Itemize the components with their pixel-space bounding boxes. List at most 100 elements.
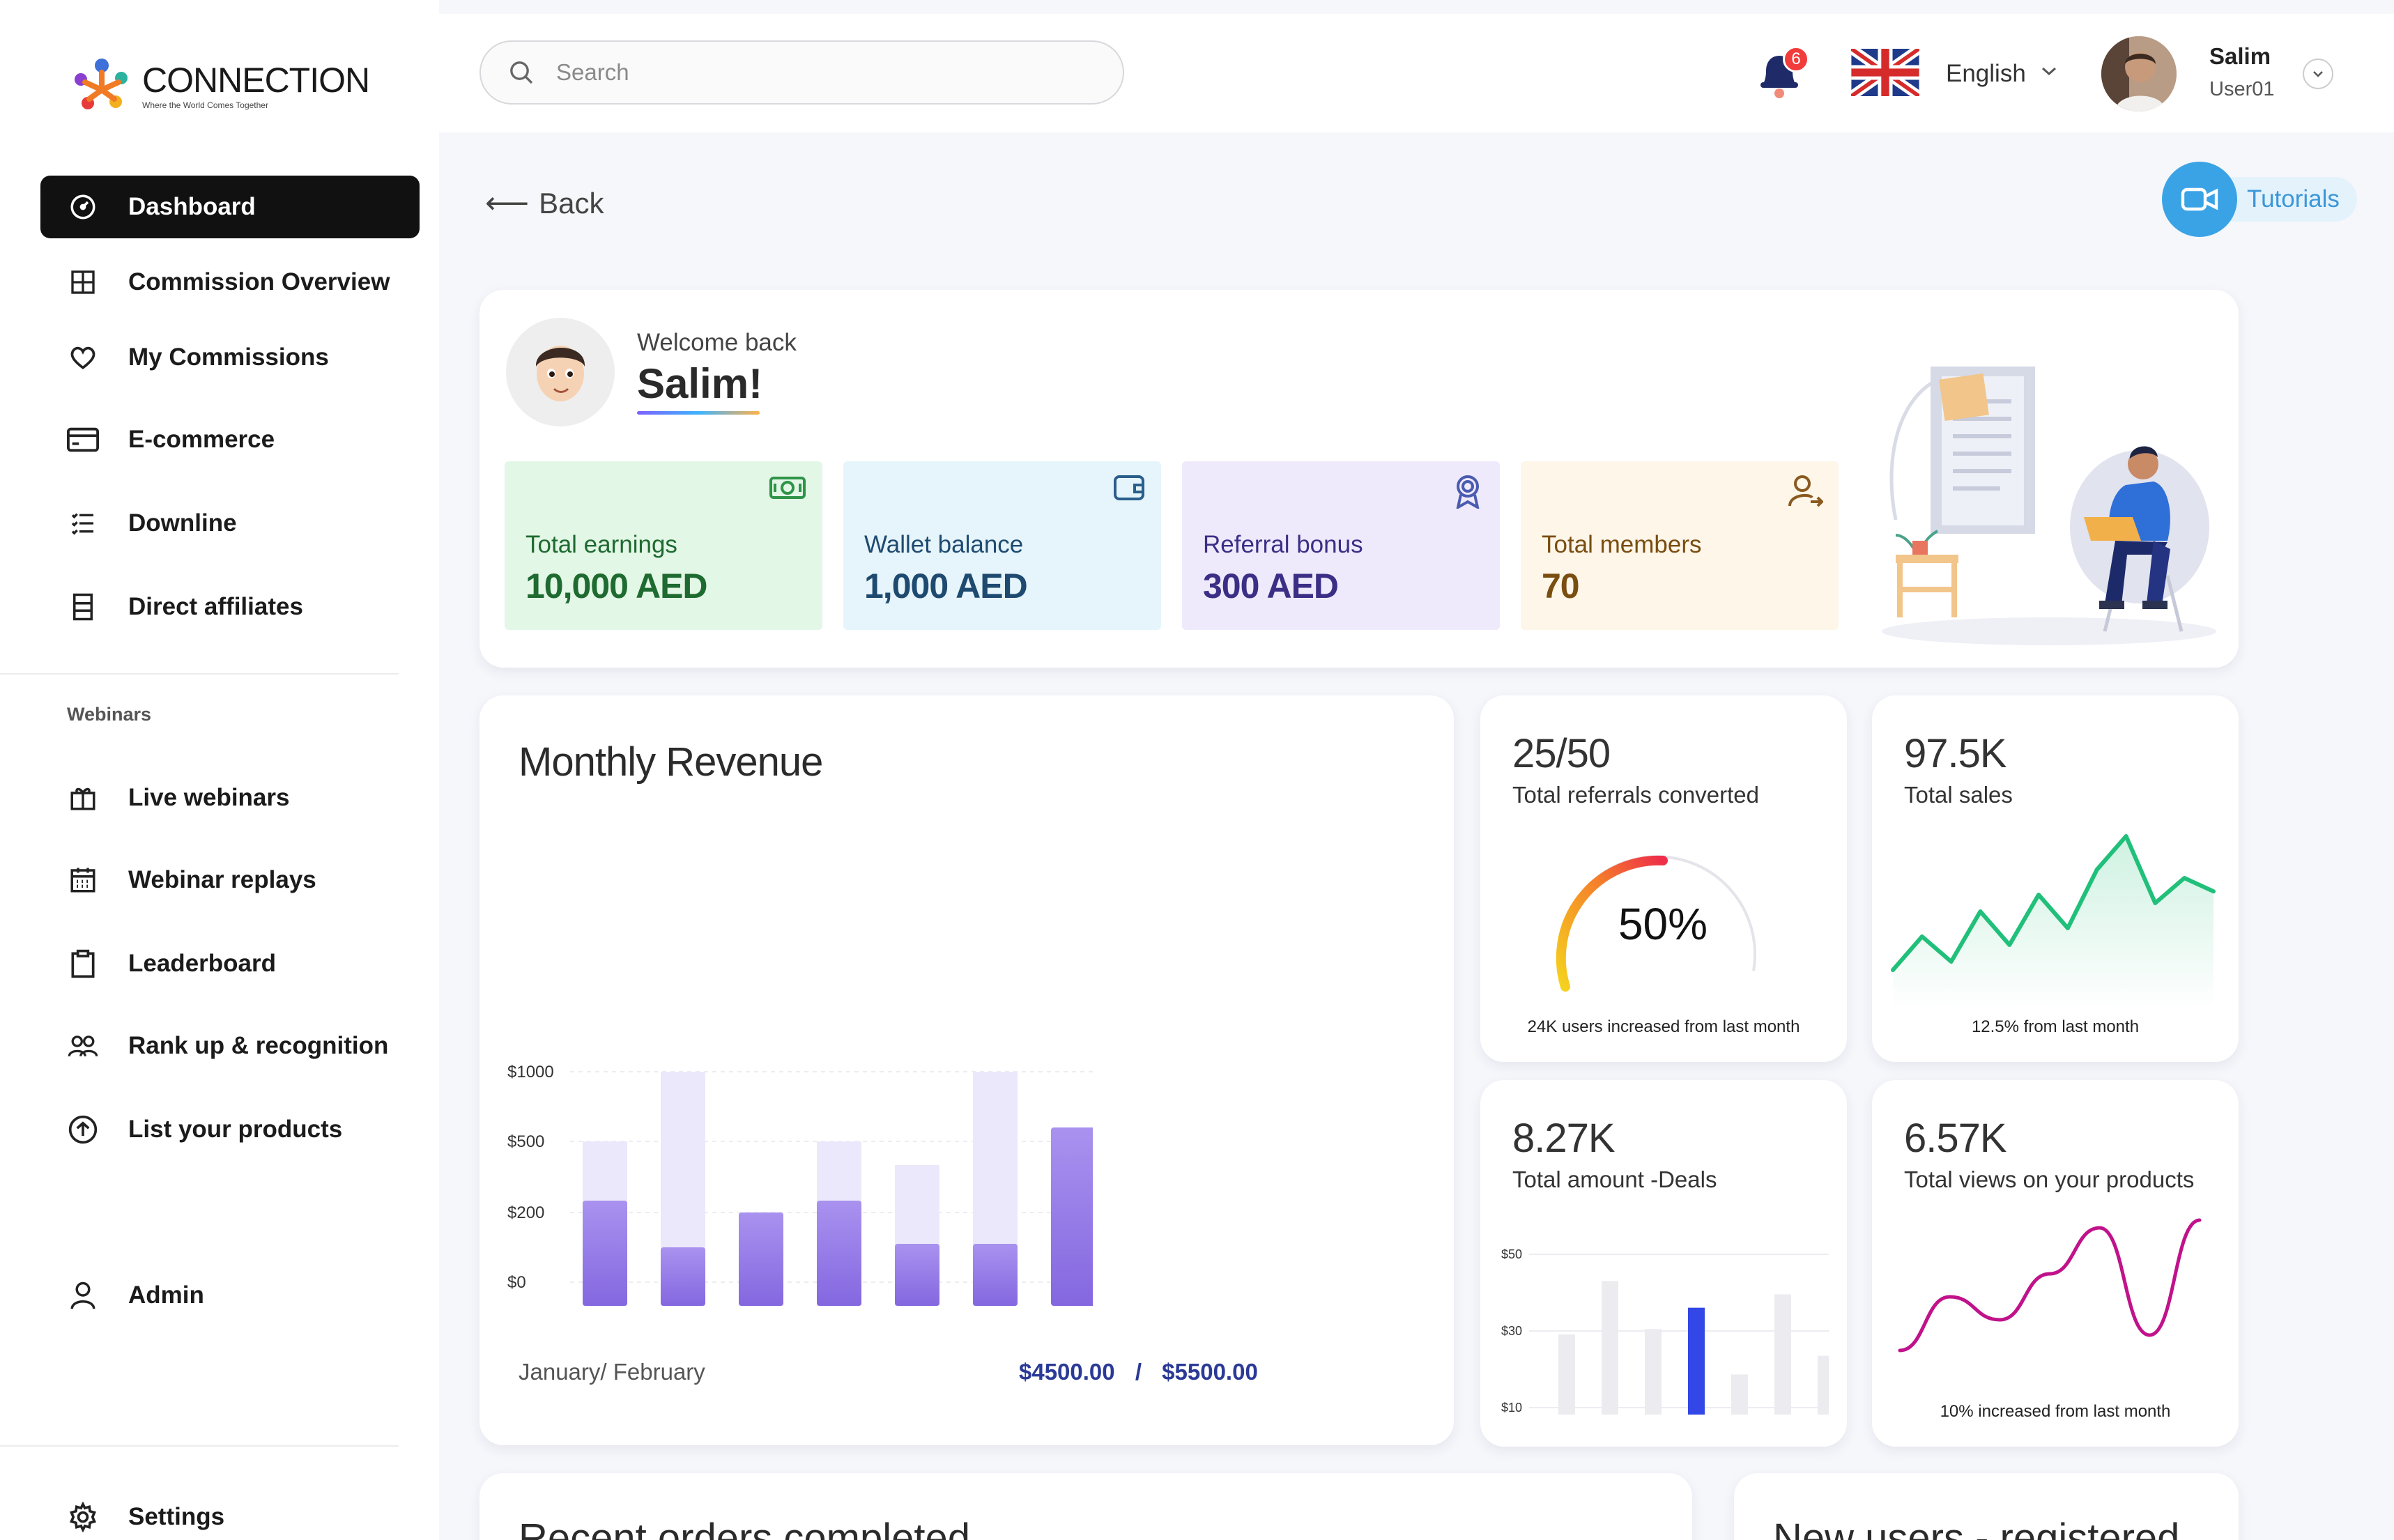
y-tick-label: $30 bbox=[1501, 1324, 1522, 1338]
sales-line-chart bbox=[1891, 834, 2216, 1009]
deal-bar bbox=[1602, 1281, 1618, 1415]
tutorials-button[interactable]: Tutorials bbox=[2162, 162, 2358, 237]
stat-card-wallet-balance[interactable]: Wallet balance 1,000 AED bbox=[843, 461, 1161, 630]
list-rows-icon bbox=[67, 591, 99, 623]
bar-value bbox=[973, 1244, 1018, 1306]
name-underline bbox=[637, 411, 760, 415]
heart-icon bbox=[67, 341, 99, 374]
sidebar-item-rank-up[interactable]: Rank up & recognition bbox=[40, 1015, 420, 1077]
card-value: 8.27K bbox=[1512, 1116, 1616, 1161]
sidebar-item-label: Settings bbox=[128, 1503, 225, 1530]
sidebar-item-direct-affiliates[interactable]: Direct affiliates bbox=[40, 576, 420, 638]
chevron-down-icon[interactable] bbox=[2039, 64, 2059, 78]
card-title: Recent orders completed bbox=[519, 1516, 970, 1540]
sidebar-item-label: Direct affiliates bbox=[128, 593, 303, 620]
recent-orders-card: Recent orders completed bbox=[479, 1473, 1692, 1540]
notification-badge: 6 bbox=[1783, 46, 1809, 72]
deals-card: 8.27K Total amount -Deals $50 $30 $10 bbox=[1480, 1080, 1847, 1447]
gift-icon bbox=[67, 782, 99, 814]
stat-label: Total earnings bbox=[525, 531, 677, 558]
card-footnote: 12.5% from last month bbox=[1971, 1017, 2140, 1036]
card-value: 97.5K bbox=[1904, 731, 2007, 776]
bar-value bbox=[1051, 1127, 1093, 1306]
users-icon bbox=[67, 1030, 99, 1062]
search-placeholder: Search bbox=[556, 59, 629, 85]
new-users-card: New users - registered bbox=[1734, 1473, 2239, 1540]
card-value: 25/50 bbox=[1512, 731, 1611, 776]
sidebar-item-downline[interactable]: Downline bbox=[40, 492, 420, 555]
revenue-separator: / bbox=[1135, 1359, 1142, 1385]
avatar[interactable] bbox=[2101, 36, 2177, 111]
sidebar-item-webinar-replays[interactable]: Webinar replays bbox=[40, 849, 420, 911]
gear-icon bbox=[67, 1501, 99, 1533]
sidebar-item-label: Commission Overview bbox=[128, 268, 390, 295]
welcome-card: Welcome back Salim! Total earnings 10,00… bbox=[479, 290, 2239, 668]
sidebar: CONNECTION Where the World Comes Togethe… bbox=[0, 0, 439, 1540]
dashboard-icon bbox=[67, 191, 99, 223]
sidebar-item-my-commissions[interactable]: My Commissions bbox=[40, 326, 420, 389]
sidebar-item-leaderboard[interactable]: Leaderboard bbox=[40, 932, 420, 995]
monthly-revenue-card: Monthly Revenue $1000 $500 $200 $0 January/… bbox=[479, 695, 1454, 1445]
sidebar-item-dashboard[interactable]: Dashboard bbox=[40, 176, 420, 238]
sidebar-item-commission-overview[interactable]: Commission Overview bbox=[40, 251, 420, 314]
upload-circle-icon bbox=[67, 1114, 99, 1146]
user-menu-chevron-icon[interactable] bbox=[2303, 59, 2333, 89]
brand-logo[interactable]: CONNECTION Where the World Comes Togethe… bbox=[67, 52, 370, 121]
back-label: Back bbox=[539, 186, 604, 220]
sidebar-item-label: Leaderboard bbox=[128, 950, 276, 977]
stat-value: 1,000 AED bbox=[864, 567, 1028, 606]
card-label: Total amount -Deals bbox=[1512, 1166, 1717, 1192]
brand-name: CONNECTION bbox=[142, 61, 370, 100]
referral-gauge: 50% bbox=[1556, 855, 1756, 992]
deal-bar bbox=[1731, 1374, 1748, 1415]
views-line-chart bbox=[1898, 1218, 2202, 1353]
y-tick-label: $10 bbox=[1501, 1401, 1522, 1415]
logo-mark-icon bbox=[75, 59, 128, 109]
sidebar-item-admin[interactable]: Admin bbox=[40, 1264, 420, 1327]
uk-flag-icon[interactable] bbox=[1851, 49, 1919, 96]
calendar-icon bbox=[67, 864, 99, 896]
deal-bar bbox=[1558, 1334, 1575, 1415]
card-title: Monthly Revenue bbox=[519, 739, 823, 785]
sidebar-item-list-products[interactable]: List your products bbox=[40, 1098, 420, 1161]
sidebar-item-settings[interactable]: Settings bbox=[40, 1486, 420, 1540]
referrals-card: 25/50 Total referrals converted 50% 24K … bbox=[1480, 695, 1847, 1062]
stat-label: Referral bonus bbox=[1203, 531, 1363, 558]
deals-bar-chart: $50 $30 $10 bbox=[1501, 1247, 1829, 1415]
y-tick-label: $200 bbox=[507, 1203, 544, 1222]
memoji-avatar bbox=[506, 318, 615, 426]
wallet-icon bbox=[1112, 472, 1146, 507]
money-icon bbox=[768, 472, 807, 507]
bar-value bbox=[895, 1244, 939, 1306]
user-name: Salim bbox=[2209, 43, 2271, 69]
grid-icon bbox=[67, 266, 99, 298]
bar-value bbox=[661, 1247, 705, 1306]
stat-card-total-members[interactable]: Total members 70 bbox=[1521, 461, 1839, 630]
search-input[interactable]: Search bbox=[479, 40, 1124, 105]
back-link[interactable]: ⟵ Back bbox=[485, 185, 604, 221]
sidebar-item-label: Dashboard bbox=[128, 193, 256, 220]
sales-card: 97.5K Total sales 12.5% from last month bbox=[1872, 695, 2239, 1062]
video-icon bbox=[2162, 162, 2237, 237]
card-label: Total sales bbox=[1904, 782, 2013, 808]
sidebar-item-e-commerce[interactable]: E-commerce bbox=[40, 408, 420, 471]
sidebar-item-label: Webinar replays bbox=[128, 866, 316, 893]
stat-value: 10,000 AED bbox=[525, 567, 708, 606]
revenue-amounts: $4500.00 / $5500.00 bbox=[1019, 1359, 1258, 1385]
deal-bar bbox=[1774, 1294, 1791, 1415]
webinars-section-label: Webinars bbox=[67, 704, 152, 725]
card-footnote: 10% increased from last month bbox=[1940, 1402, 2171, 1421]
sidebar-item-live-webinars[interactable]: Live webinars bbox=[40, 767, 420, 829]
stat-label: Wallet balance bbox=[864, 531, 1024, 558]
welcome-greeting: Welcome back bbox=[637, 329, 797, 356]
sales-area bbox=[1893, 836, 2213, 1009]
stat-card-total-earnings[interactable]: Total earnings 10,000 AED bbox=[505, 461, 822, 630]
brand-tagline: Where the World Comes Together bbox=[142, 100, 268, 110]
stat-card-referral-bonus[interactable]: Referral bonus 300 AED bbox=[1182, 461, 1500, 630]
tutorials-label: Tutorials bbox=[2247, 185, 2340, 213]
card-footnote: 24K users increased from last month bbox=[1527, 1017, 1800, 1036]
card-title: New users - registered bbox=[1773, 1516, 2180, 1540]
workspace-illustration bbox=[1882, 367, 2216, 645]
language-selector[interactable]: English bbox=[1946, 60, 2026, 88]
award-icon bbox=[1451, 472, 1484, 512]
